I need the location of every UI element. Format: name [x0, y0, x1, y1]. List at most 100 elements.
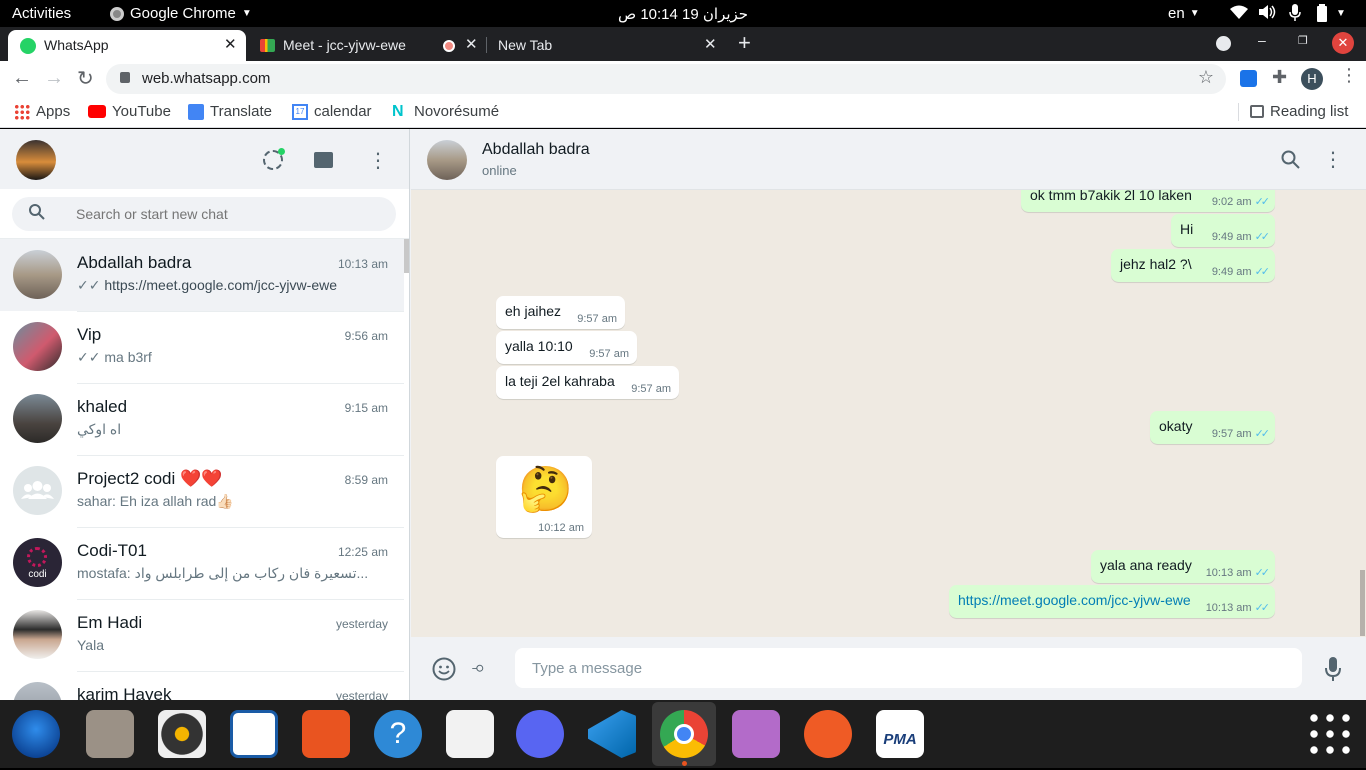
postman-icon[interactable] [804, 710, 852, 758]
files-icon[interactable] [86, 710, 134, 758]
message-outgoing[interactable]: ok tmm b7akik 2l 10 laken 9:02 am ✓✓ [1021, 190, 1275, 212]
window-close-button[interactable]: ✕ [1332, 32, 1354, 54]
bookmark-label: Novorésumé [414, 103, 500, 120]
chat-item[interactable]: codi Codi-T01 12:25 am mostafa: تسعيرة ف… [0, 527, 404, 599]
tab-meet[interactable]: Meet - jcc-yjvw-ewe ✕ [250, 30, 486, 61]
activities-button[interactable]: Activities [12, 5, 71, 22]
search-input[interactable] [76, 197, 376, 231]
conversation-header[interactable]: Abdallah badra online ⋮ [411, 129, 1366, 190]
bookmark-calendar[interactable]: 17 calendar [292, 103, 372, 120]
discord-icon[interactable] [516, 710, 564, 758]
avatar [13, 394, 62, 443]
tab-new-tab[interactable]: New Tab ✕ [488, 30, 724, 61]
chat-item[interactable]: Project2 codi ❤️❤️ 8:59 am sahar: Eh iza… [0, 455, 404, 527]
vscode-icon[interactable] [588, 710, 636, 758]
message-outgoing[interactable]: okaty 9:57 am ✓✓ [1150, 411, 1275, 444]
lock-icon[interactable] [120, 72, 130, 83]
chrome-menu-icon[interactable]: ⋮ [1340, 65, 1358, 86]
battery-icon[interactable] [1316, 4, 1328, 22]
chat-list: Abdallah badra 10:13 am ✓✓ https://meet.… [0, 239, 409, 700]
browser-toolbar: ← → ↻ web.whatsapp.com ☆ ✚ H ⋮ [0, 61, 1366, 97]
message-incoming[interactable]: eh jaihez 9:57 am [496, 296, 625, 329]
chrome-icon[interactable] [660, 710, 708, 758]
menu-icon[interactable]: ⋮ [368, 148, 388, 173]
chat-item[interactable]: khaled 9:15 am اه اوكي [0, 383, 404, 455]
message-outgoing[interactable]: https://meet.google.com/jcc-yjvw-ewe 10:… [949, 585, 1275, 618]
maximize-button[interactable]: ❐ [1298, 34, 1308, 47]
bookmark-star-icon[interactable]: ☆ [1198, 67, 1214, 88]
menu-icon[interactable]: ⋮ [1323, 147, 1343, 172]
close-icon[interactable]: ✕ [704, 35, 717, 53]
chat-item[interactable]: Abdallah badra 10:13 am ✓✓ https://meet.… [0, 239, 404, 311]
contact-avatar[interactable] [427, 140, 467, 180]
reading-list-button[interactable]: Reading list [1250, 103, 1348, 120]
message-incoming[interactable]: 🤔 10:12 am [496, 456, 592, 538]
close-icon[interactable]: ✕ [224, 35, 237, 53]
video-icon[interactable] [732, 710, 780, 758]
new-tab-button[interactable]: + [738, 30, 751, 56]
chat-item[interactable]: karim Hayek yesterday [0, 671, 404, 700]
message-link[interactable]: https://meet.google.com/jcc-yjvw-ewe [958, 592, 1191, 608]
new-chat-icon[interactable] [314, 152, 333, 168]
chat-list-scrollbar[interactable] [404, 239, 409, 273]
extensions-puzzle-icon[interactable]: ✚ [1272, 67, 1287, 88]
message-input[interactable] [515, 648, 1302, 688]
url-text[interactable]: web.whatsapp.com [142, 70, 270, 87]
volume-icon[interactable] [1258, 4, 1276, 20]
bookmark-label: Translate [210, 103, 272, 120]
attach-icon[interactable]: ⌕ [468, 656, 491, 680]
writer-icon[interactable] [230, 710, 278, 758]
my-avatar[interactable] [16, 140, 56, 180]
reload-button[interactable]: ↻ [77, 66, 94, 91]
tab-whatsapp[interactable]: WhatsApp ✕ [8, 30, 246, 61]
bookmark-apps[interactable]: Apps [14, 103, 70, 120]
chevron-down-icon[interactable]: ▼ [1336, 8, 1346, 19]
bookmark-youtube[interactable]: YouTube [88, 103, 171, 120]
clock[interactable]: حزيران 19 10:14 ص [618, 5, 748, 23]
bookmark-novoresume[interactable]: N Novorésumé [392, 103, 499, 120]
microphone-icon[interactable] [1289, 4, 1301, 22]
message-incoming[interactable]: yalla 10:10 9:57 am [496, 331, 637, 364]
back-button[interactable]: ← [12, 67, 32, 90]
bookmark-translate[interactable]: Translate [188, 103, 272, 120]
status-icon[interactable] [263, 148, 285, 170]
wifi-icon[interactable] [1230, 4, 1248, 20]
chat-item[interactable]: Vip 9:56 am ✓✓ ma b3rf [0, 311, 404, 383]
search-box[interactable] [12, 197, 396, 231]
pma-icon[interactable]: PMA [876, 710, 924, 758]
message-incoming[interactable]: la teji 2el kahraba 9:57 am [496, 366, 679, 399]
message-outgoing[interactable]: jehz hal2 ?\ 9:49 am ✓✓ [1111, 249, 1275, 282]
message-meta: 9:57 am ✓✓ [1211, 428, 1270, 440]
close-icon[interactable]: ✕ [465, 35, 478, 53]
app-grid-icon[interactable] [1306, 710, 1354, 758]
recording-icon [443, 40, 455, 52]
profile-avatar[interactable]: H [1301, 68, 1323, 90]
search-bar [0, 189, 409, 239]
emoji-icon[interactable] [432, 657, 456, 681]
help-icon[interactable]: ? [374, 710, 422, 758]
messages-scrollbar[interactable] [1360, 570, 1365, 636]
address-bar[interactable]: web.whatsapp.com ☆ [106, 64, 1226, 94]
rhythmbox-icon[interactable] [158, 710, 206, 758]
message-outgoing[interactable]: Hi 9:49 am ✓✓ [1171, 214, 1275, 247]
message-area[interactable]: ok tmm b7akik 2l 10 laken 9:02 am ✓✓ Hi 9… [411, 190, 1366, 637]
apps-grid-icon [14, 103, 30, 120]
message-outgoing[interactable]: yala ana ready 10:13 am ✓✓ [1091, 550, 1275, 583]
thunderbird-icon[interactable] [12, 710, 60, 758]
app-menu-label: Google Chrome [130, 5, 236, 22]
minimize-button[interactable]: – [1258, 32, 1266, 48]
forward-button[interactable]: → [44, 67, 64, 90]
double-check-icon: ✓✓ [77, 349, 101, 365]
microphone-icon[interactable] [1325, 657, 1341, 681]
chat-item[interactable]: Em Hadi yesterday Yala [0, 599, 404, 671]
contact-name[interactable]: Abdallah badra [482, 141, 590, 159]
keyboard-layout[interactable]: en ▼ [1168, 5, 1200, 22]
app-menu[interactable]: Google Chrome ▼ [110, 5, 252, 22]
search-icon[interactable] [1281, 150, 1300, 169]
translate-extension-icon[interactable] [1240, 70, 1257, 87]
reading-list-label: Reading list [1270, 103, 1349, 120]
tab-search-icon[interactable] [1216, 36, 1231, 51]
text-editor-icon[interactable] [446, 710, 494, 758]
double-check-icon: ✓✓ [1254, 266, 1271, 278]
software-icon[interactable] [302, 710, 350, 758]
